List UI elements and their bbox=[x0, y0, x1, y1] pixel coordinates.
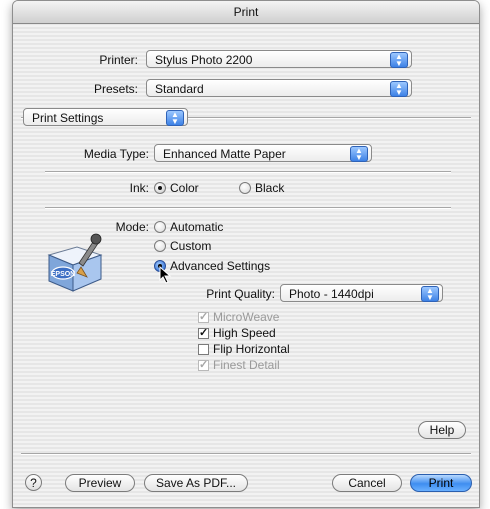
presets-value: Standard bbox=[155, 82, 204, 96]
microweave-checkbox[interactable]: ✓ bbox=[198, 312, 209, 323]
print-quality-value: Photo - 1440dpi bbox=[289, 287, 374, 301]
dialog-title: Print bbox=[13, 1, 479, 24]
printer-label: Printer: bbox=[99, 53, 138, 67]
print-quality-popup[interactable]: Photo - 1440dpi ▲ ▼ bbox=[280, 284, 443, 302]
mode-custom-radio[interactable] bbox=[154, 240, 166, 252]
high-speed-label: High Speed bbox=[213, 326, 276, 340]
mode-label: Mode: bbox=[115, 220, 149, 234]
help-question-icon[interactable]: ? bbox=[25, 474, 42, 491]
presets-label: Presets: bbox=[93, 82, 138, 96]
flip-horizontal-label: Flip Horizontal bbox=[213, 342, 290, 356]
popup-arrows-icon: ▲ ▼ bbox=[421, 286, 439, 302]
bottom-separator bbox=[21, 453, 471, 454]
media-separator bbox=[45, 171, 451, 172]
ink-separator bbox=[45, 207, 451, 208]
media-type-popup[interactable]: Enhanced Matte Paper ▲ ▼ bbox=[154, 144, 372, 162]
popup-arrows-icon: ▲ ▼ bbox=[166, 110, 184, 126]
advanced-settings-icon: EPSON bbox=[47, 233, 103, 292]
ink-color-label: Color bbox=[170, 181, 199, 195]
print-button[interactable]: Print bbox=[410, 474, 472, 492]
panel-popup[interactable]: Print Settings ▲ ▼ bbox=[23, 108, 188, 126]
printer-popup[interactable]: Stylus Photo 2200 ▲ ▼ bbox=[146, 50, 412, 68]
ink-black-label: Black bbox=[255, 181, 285, 195]
media-type-value: Enhanced Matte Paper bbox=[163, 147, 286, 161]
popup-arrows-icon: ▲ ▼ bbox=[390, 52, 408, 68]
ink-label: Ink: bbox=[129, 181, 149, 195]
high-speed-checkbox[interactable]: ✓ bbox=[198, 328, 209, 339]
microweave-label: MicroWeave bbox=[213, 310, 280, 324]
preview-button[interactable]: Preview bbox=[65, 474, 135, 492]
ink-black-radio[interactable] bbox=[239, 182, 251, 194]
cancel-button[interactable]: Cancel bbox=[332, 474, 402, 492]
mode-advanced-label: Advanced Settings bbox=[170, 259, 271, 273]
help-button[interactable]: Help bbox=[418, 421, 466, 439]
popup-arrows-icon: ▲ ▼ bbox=[350, 146, 368, 162]
print-quality-label: Print Quality: bbox=[206, 287, 275, 301]
popup-arrows-icon: ▲ ▼ bbox=[390, 81, 408, 97]
epson-logo-text: EPSON bbox=[51, 271, 76, 278]
printer-value: Stylus Photo 2200 bbox=[155, 53, 253, 67]
finest-detail-label: Finest Detail bbox=[213, 358, 280, 372]
flip-horizontal-checkbox[interactable] bbox=[198, 344, 209, 355]
mode-automatic-radio[interactable] bbox=[154, 221, 166, 233]
mode-automatic-label: Automatic bbox=[170, 220, 224, 234]
media-type-label: Media Type: bbox=[83, 147, 149, 161]
mode-custom-label: Custom bbox=[170, 239, 212, 253]
save-as-pdf-button[interactable]: Save As PDF... bbox=[144, 474, 248, 492]
finest-detail-checkbox[interactable]: ✓ bbox=[198, 360, 209, 371]
panel-value: Print Settings bbox=[32, 111, 104, 125]
ink-color-radio[interactable] bbox=[154, 182, 166, 194]
presets-popup[interactable]: Standard ▲ ▼ bbox=[146, 79, 412, 97]
print-dialog: Print Printer: Stylus Photo 2200 ▲ ▼ Pres… bbox=[12, 0, 480, 508]
mouse-pointer-icon bbox=[159, 266, 172, 284]
